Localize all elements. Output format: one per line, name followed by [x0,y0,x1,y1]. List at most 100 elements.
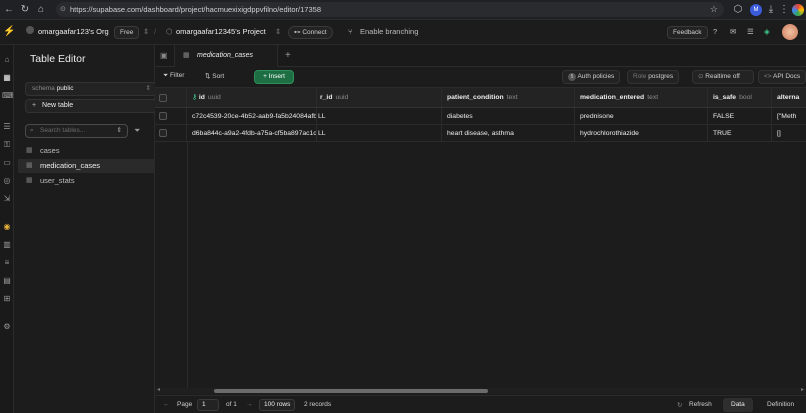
row-select-cell [155,125,187,141]
edge-functions-nav-icon[interactable]: ⇲ [2,194,12,204]
inbox-icon[interactable]: ✉ [730,27,736,36]
table-item-user-stats[interactable]: ▦ user_stats [18,174,155,188]
supabase-logo-icon[interactable]: ⚡ [3,26,15,37]
advisors-nav-icon[interactable]: ◉ [2,222,12,232]
auth-policies-button[interactable]: 5 Auth policies [562,70,621,84]
tab-medication-cases[interactable]: ▦ medication_cases [174,45,278,67]
row-checkbox[interactable] [159,129,167,137]
page-of-label: of 1 [226,401,237,408]
sort-button[interactable]: ⇅ Sort [205,72,224,80]
org-switcher-chevron-icon[interactable]: ⇕ [143,27,149,36]
rows-per-page-selector[interactable]: 100 rows [259,399,296,411]
assistant-icon[interactable] [792,4,804,16]
bookmark-star-icon[interactable]: ☆ [710,2,718,17]
cell-id[interactable]: c72c4539-20ce-4b52-aab9-fa5b24084afb [187,108,317,124]
filter-button[interactable]: ⏷ Filter [163,72,184,80]
cell-is-safe[interactable]: TRUE [708,125,772,141]
cell-alterna[interactable]: [] [772,125,806,141]
cell-patient-condition[interactable]: diabetes [442,108,575,124]
realtime-button[interactable]: ⊙ Realtime off [692,70,754,84]
back-icon[interactable]: ← [3,4,15,16]
table-item-label: user_stats [40,176,75,185]
enable-branching-button[interactable]: Enable branching [360,27,418,36]
address-bar[interactable]: ⊙ https://supabase.com/dashboard/project… [56,2,724,17]
column-header-medication-entered[interactable]: medication_entered text [575,88,708,107]
cell-alterna[interactable]: ["Meth [772,108,806,124]
next-page-icon[interactable]: → [246,401,253,408]
profile-avatar-icon[interactable]: M [750,4,762,16]
new-tab-plus-icon[interactable]: + [285,50,291,61]
column-header-alterna[interactable]: alterna [772,88,806,107]
cell-medication-entered[interactable]: prednisone [575,108,708,124]
home-nav-icon[interactable]: ⌂ [2,55,12,65]
schema-selector[interactable]: schema public ⇕ [25,82,157,96]
insert-button[interactable]: + Insert [254,70,294,84]
reports-nav-icon[interactable]: ▥ [2,240,12,250]
logs-nav-icon[interactable]: ≡ [2,258,12,268]
org-avatar [26,26,34,34]
assistant-sparkle-icon[interactable]: ◈ [764,27,770,36]
table-item-medication-cases[interactable]: ▦ medication_cases [18,159,155,173]
column-header-r-id[interactable]: r_id uuid [317,88,442,107]
table-row[interactable]: c72c4539-20ce-4b52-aab9-fa5b24084afb LL … [155,108,806,125]
help-icon[interactable]: ? [713,27,717,36]
search-options-icon[interactable]: ⇕ [117,125,122,137]
home-icon[interactable]: ⌂ [35,4,47,16]
database-nav-icon[interactable]: ☰ [2,122,12,132]
menu-icon[interactable]: ⋮ [778,4,790,16]
project-name[interactable]: omargaafar12345's Project [176,27,266,36]
cell-is-safe[interactable]: FALSE [708,108,772,124]
row-checkbox[interactable] [159,112,167,120]
plus-icon: + [32,102,37,109]
filter-funnel-icon[interactable]: ⏷ [134,126,140,136]
refresh-button[interactable]: Refresh [689,401,712,408]
cell-r-id[interactable]: LL [317,108,442,124]
scroll-left-icon[interactable]: ◂ [157,386,160,393]
data-view-button[interactable]: Data [723,398,753,412]
column-header-is-safe[interactable]: is_safe bool [708,88,772,107]
column-type: text [506,94,518,101]
table-editor-nav-icon[interactable]: ▦ [2,73,12,83]
scroll-right-icon[interactable]: ▸ [801,386,804,393]
scrollbar-thumb[interactable] [214,389,488,393]
settings-nav-icon[interactable]: ⚙ [2,322,12,332]
select-all-checkbox[interactable] [159,94,167,102]
page-input[interactable]: 1 [197,399,219,411]
project-switcher-chevron-icon[interactable]: ⇕ [275,27,281,36]
reload-icon[interactable]: ↻ [19,4,31,16]
cell-r-id[interactable]: LL [317,125,442,141]
sql-editor-nav-icon[interactable]: ⌨ [2,91,14,101]
cell-patient-condition[interactable]: heart disease, asthma [442,125,575,141]
cell-id[interactable]: d6ba844c-a9a2-4fdb-a75a-cf5ba897ac1c [187,125,317,141]
user-avatar[interactable] [782,24,798,40]
sidebar-toggle-icon[interactable]: ▣ [160,51,168,60]
horizontal-scrollbar[interactable]: ◂ ▸ [155,386,806,394]
role-selector[interactable]: Role postgres [627,70,680,84]
api-docs-nav-icon[interactable]: ▤ [2,276,12,286]
prev-page-icon[interactable]: ← [163,401,170,408]
cell-medication-entered[interactable]: hydrochlorothiazide [575,125,708,141]
extensions-icon[interactable]: ⬡ [732,4,744,16]
new-table-button[interactable]: + New table [25,99,157,113]
table-row[interactable]: d6ba844c-a9a2-4fdb-a75a-cf5ba897ac1c LL … [155,125,806,142]
downloads-icon[interactable]: ⤓ [765,4,777,16]
column-name: medication_entered [580,94,645,101]
realtime-nav-icon[interactable]: ◎ [2,176,12,186]
notifications-icon[interactable]: ☰ [747,27,754,36]
table-item-cases[interactable]: ▦ cases [18,144,155,158]
refresh-icon[interactable]: ↻ [677,401,682,409]
search-tables-input[interactable]: ⌕ Search tables... ⇕ [25,124,128,138]
org-name[interactable]: omargaafar123's Org [38,27,109,36]
site-info-icon[interactable]: ⊙ [60,2,66,17]
feedback-button[interactable]: Feedback [667,26,708,39]
api-docs-button[interactable]: <> API Docs [758,70,806,84]
definition-view-button[interactable]: Definition [759,398,802,412]
integrations-nav-icon[interactable]: ⊞ [2,294,12,304]
storage-nav-icon[interactable]: ▭ [2,158,12,168]
column-header-patient-condition[interactable]: patient_condition text [442,88,575,107]
column-name: is_safe [713,94,737,101]
auth-nav-icon[interactable]: ⚿ [2,140,12,150]
column-header-id[interactable]: ⚷ id uuid [187,88,317,107]
connect-button[interactable]: ⊷ Connect [288,26,333,39]
table-item-label: medication_cases [40,161,101,170]
